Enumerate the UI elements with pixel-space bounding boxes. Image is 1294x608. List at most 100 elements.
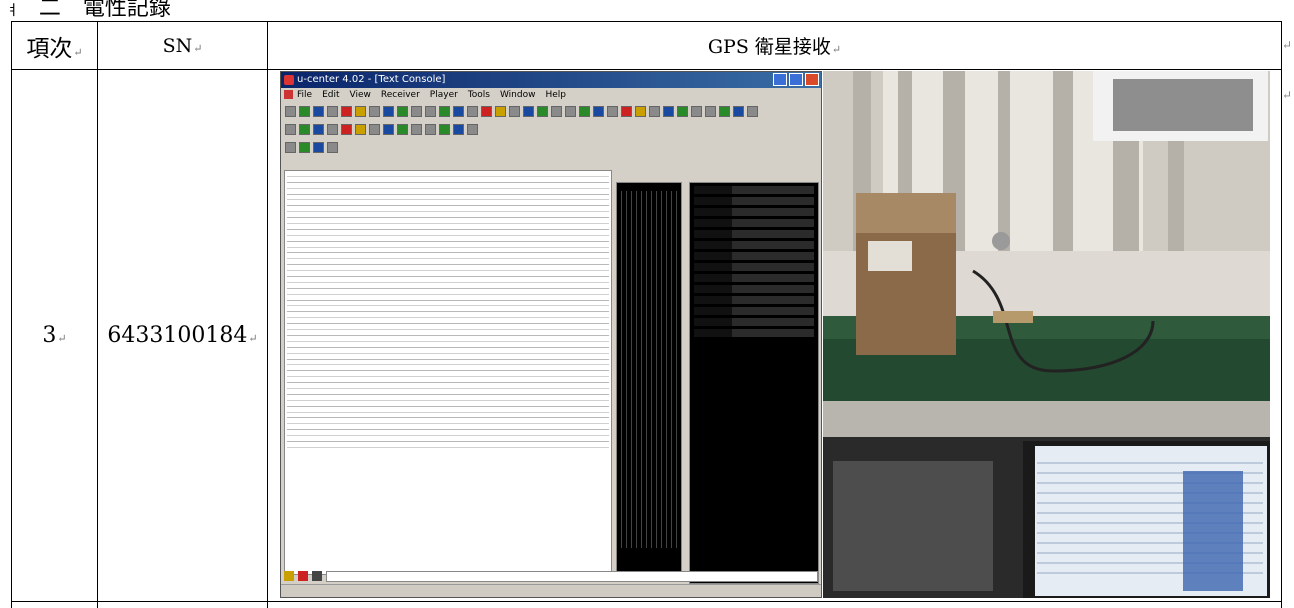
toolbar-icon [383, 105, 394, 117]
toolbar-icon [677, 105, 688, 117]
table-row: 3↵ 6433100184↵ u-center 4.02 - [Text Con… [11, 69, 1282, 602]
satellite-level-panel [616, 182, 682, 579]
data-row [694, 263, 814, 271]
return-mark-icon: ↵ [73, 45, 83, 59]
return-mark-icon: ↵ [1282, 88, 1293, 102]
minimize-icon [773, 73, 787, 86]
toolbar-icon [453, 123, 464, 135]
toolbar-icon [593, 105, 604, 117]
data-row [694, 219, 814, 227]
serial-number-cell: 6433100184↵ [97, 69, 268, 602]
toolbar-icon [467, 105, 478, 117]
data-row [694, 208, 814, 216]
toolbar-icon [369, 105, 380, 117]
gps-images-cell: u-center 4.02 - [Text Console] File Edit V… [267, 69, 1282, 602]
data-row [694, 318, 814, 326]
text-console [284, 170, 612, 575]
toolbar-icon [425, 123, 436, 135]
toolbar-row-1 [281, 102, 821, 120]
console-controls [284, 569, 818, 583]
toolbar-icon [747, 105, 758, 117]
toolbar-row-3 [281, 138, 821, 156]
menu-item-window: Window [499, 90, 536, 100]
data-row [694, 252, 814, 260]
return-mark-icon: ↵ [1282, 38, 1293, 52]
section-heading-text: 二 電性記錄 [38, 0, 171, 21]
window-title: u-center 4.02 - [Text Console] [297, 74, 446, 85]
toolbar-icon [523, 105, 534, 117]
return-mark-icon: ↵ [57, 332, 67, 345]
data-row [694, 296, 814, 304]
status-bar [281, 584, 821, 597]
toolbar-icon [285, 123, 296, 135]
toolbar-icon [341, 123, 352, 135]
toolbar-icon [705, 105, 716, 117]
menu-item-tools: Tools [467, 90, 490, 100]
toolbar-icon [411, 123, 422, 135]
data-row [694, 307, 814, 315]
toolbar-icon [383, 123, 394, 135]
document-icon [284, 90, 293, 99]
toolbar-icon [397, 123, 408, 135]
data-row [694, 197, 814, 205]
toolbar-icon [313, 105, 324, 117]
data-row [694, 285, 814, 293]
toolbar-icon [649, 105, 660, 117]
window-titlebar: u-center 4.02 - [Text Console] [281, 72, 821, 88]
header-row: 項次↵ SN↵ GPS 衛星接收↵ [11, 21, 1282, 70]
toolbar-icon [439, 105, 450, 117]
data-row [694, 241, 814, 249]
return-mark-icon: ↵ [248, 332, 258, 345]
menu-bar: File Edit View Receiver Player Tools Window Hel… [281, 88, 821, 102]
toolbar-icon [439, 123, 450, 135]
toolbar-icon [327, 141, 338, 153]
close-icon [805, 73, 819, 86]
menu-item-player: Player [429, 90, 458, 100]
toolbar-icon [621, 105, 632, 117]
toolbar-icon [355, 123, 366, 135]
toolbar-icon [551, 105, 562, 117]
lock-icon [284, 571, 294, 581]
toolbar-icon [635, 105, 646, 117]
clear-icon [298, 571, 308, 581]
u-center-screenshot: u-center 4.02 - [Text Console] File Edit V… [280, 71, 822, 598]
photo-drawing [823, 71, 1270, 598]
data-row [694, 230, 814, 238]
toolbar-icon [411, 105, 422, 117]
toolbar-icon [299, 141, 310, 153]
toolbar-icon [285, 105, 296, 117]
menu-item-help: Help [545, 90, 567, 100]
data-view-panel [689, 182, 819, 584]
record-table: 項次↵ SN↵ GPS 衛星接收↵ 3↵ 6433100184↵ u-cente… [11, 21, 1282, 608]
return-mark-icon: ↵ [193, 41, 203, 55]
toolbar-icon [313, 123, 324, 135]
toolbar-icon [607, 105, 618, 117]
toolbar-icon [481, 105, 492, 117]
data-row [694, 274, 814, 282]
toolbar-icon [285, 141, 296, 153]
menu-item-edit: Edit [322, 90, 340, 100]
toolbar-icon [733, 105, 744, 117]
menu-item-file: File [297, 90, 313, 100]
toolbar-icon [397, 105, 408, 117]
toolbar-icon [327, 105, 338, 117]
toolbar-icon [579, 105, 590, 117]
toolbar-icon [467, 123, 478, 135]
toolbar-icon [453, 105, 464, 117]
toolbar-icon [663, 105, 674, 117]
return-mark-icon: ↵ [831, 43, 842, 56]
header-gps: GPS 衛星接收↵ [267, 21, 1282, 70]
toolbar-icon [327, 123, 338, 135]
toolbar-icon [565, 105, 576, 117]
menu-item-view: View [349, 90, 371, 100]
data-row [694, 186, 814, 194]
window-controls [773, 73, 819, 86]
section-mark: ㅕ [6, 3, 19, 19]
command-input [326, 570, 818, 582]
toolbar-icon [691, 105, 702, 117]
toolbar-icon [509, 105, 520, 117]
toolbar-icon [355, 105, 366, 117]
toolbar-row-2 [281, 120, 821, 138]
header-sn: SN↵ [97, 21, 268, 70]
save-icon [312, 571, 322, 581]
